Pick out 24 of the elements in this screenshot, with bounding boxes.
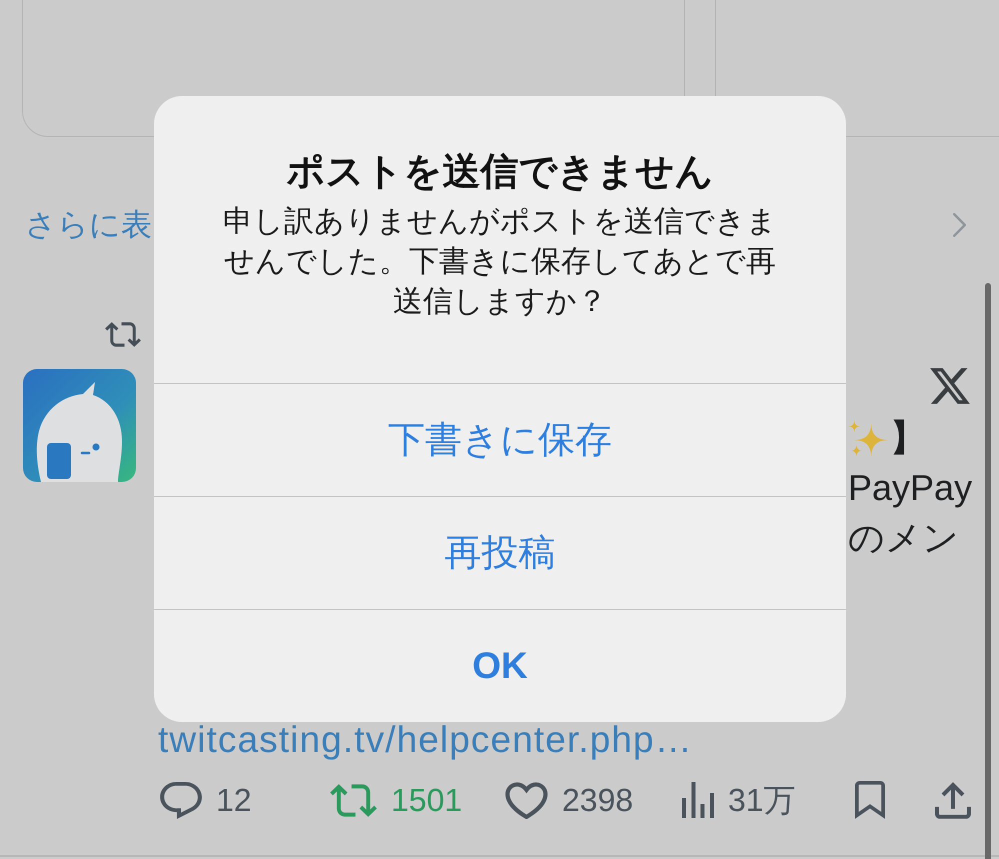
show-more-link[interactable]: さらに表 xyxy=(25,205,152,245)
post-text: のメン xyxy=(848,516,959,560)
alert-message: 申し訳ありませんがポストを送信できませんでした。下書きに保存してあとで再送信しますか？ xyxy=(222,204,778,320)
heart-icon xyxy=(505,782,548,818)
post-link[interactable]: twitcasting.tv/helpcenter.php… xyxy=(158,720,693,760)
speech-bubble-icon xyxy=(160,782,202,818)
post-text: 】 xyxy=(890,416,926,460)
alert-title: ポストを送信できません xyxy=(286,150,714,195)
alert-button[interactable]: 下書きに保存 xyxy=(154,383,846,496)
chevron-right-icon xyxy=(953,213,966,237)
alert-button[interactable]: OK xyxy=(154,609,846,722)
alert-button[interactable]: 再投稿 xyxy=(154,496,846,609)
post-text: PayPay xyxy=(848,466,972,510)
share-icon[interactable] xyxy=(935,782,971,818)
views-button[interactable]: 31万 xyxy=(682,780,796,820)
repost-icon xyxy=(330,784,377,816)
bookmark-icon[interactable] xyxy=(855,781,885,819)
reply-button[interactable]: 12 xyxy=(160,780,252,820)
like-button[interactable]: 2398 xyxy=(505,780,634,820)
repost-button[interactable]: 1501 xyxy=(330,780,462,820)
bar-chart-icon xyxy=(682,782,714,818)
avatar-logo-icon[interactable] xyxy=(23,369,136,482)
x-logo-icon[interactable] xyxy=(930,368,970,404)
repost-icon xyxy=(105,322,141,347)
